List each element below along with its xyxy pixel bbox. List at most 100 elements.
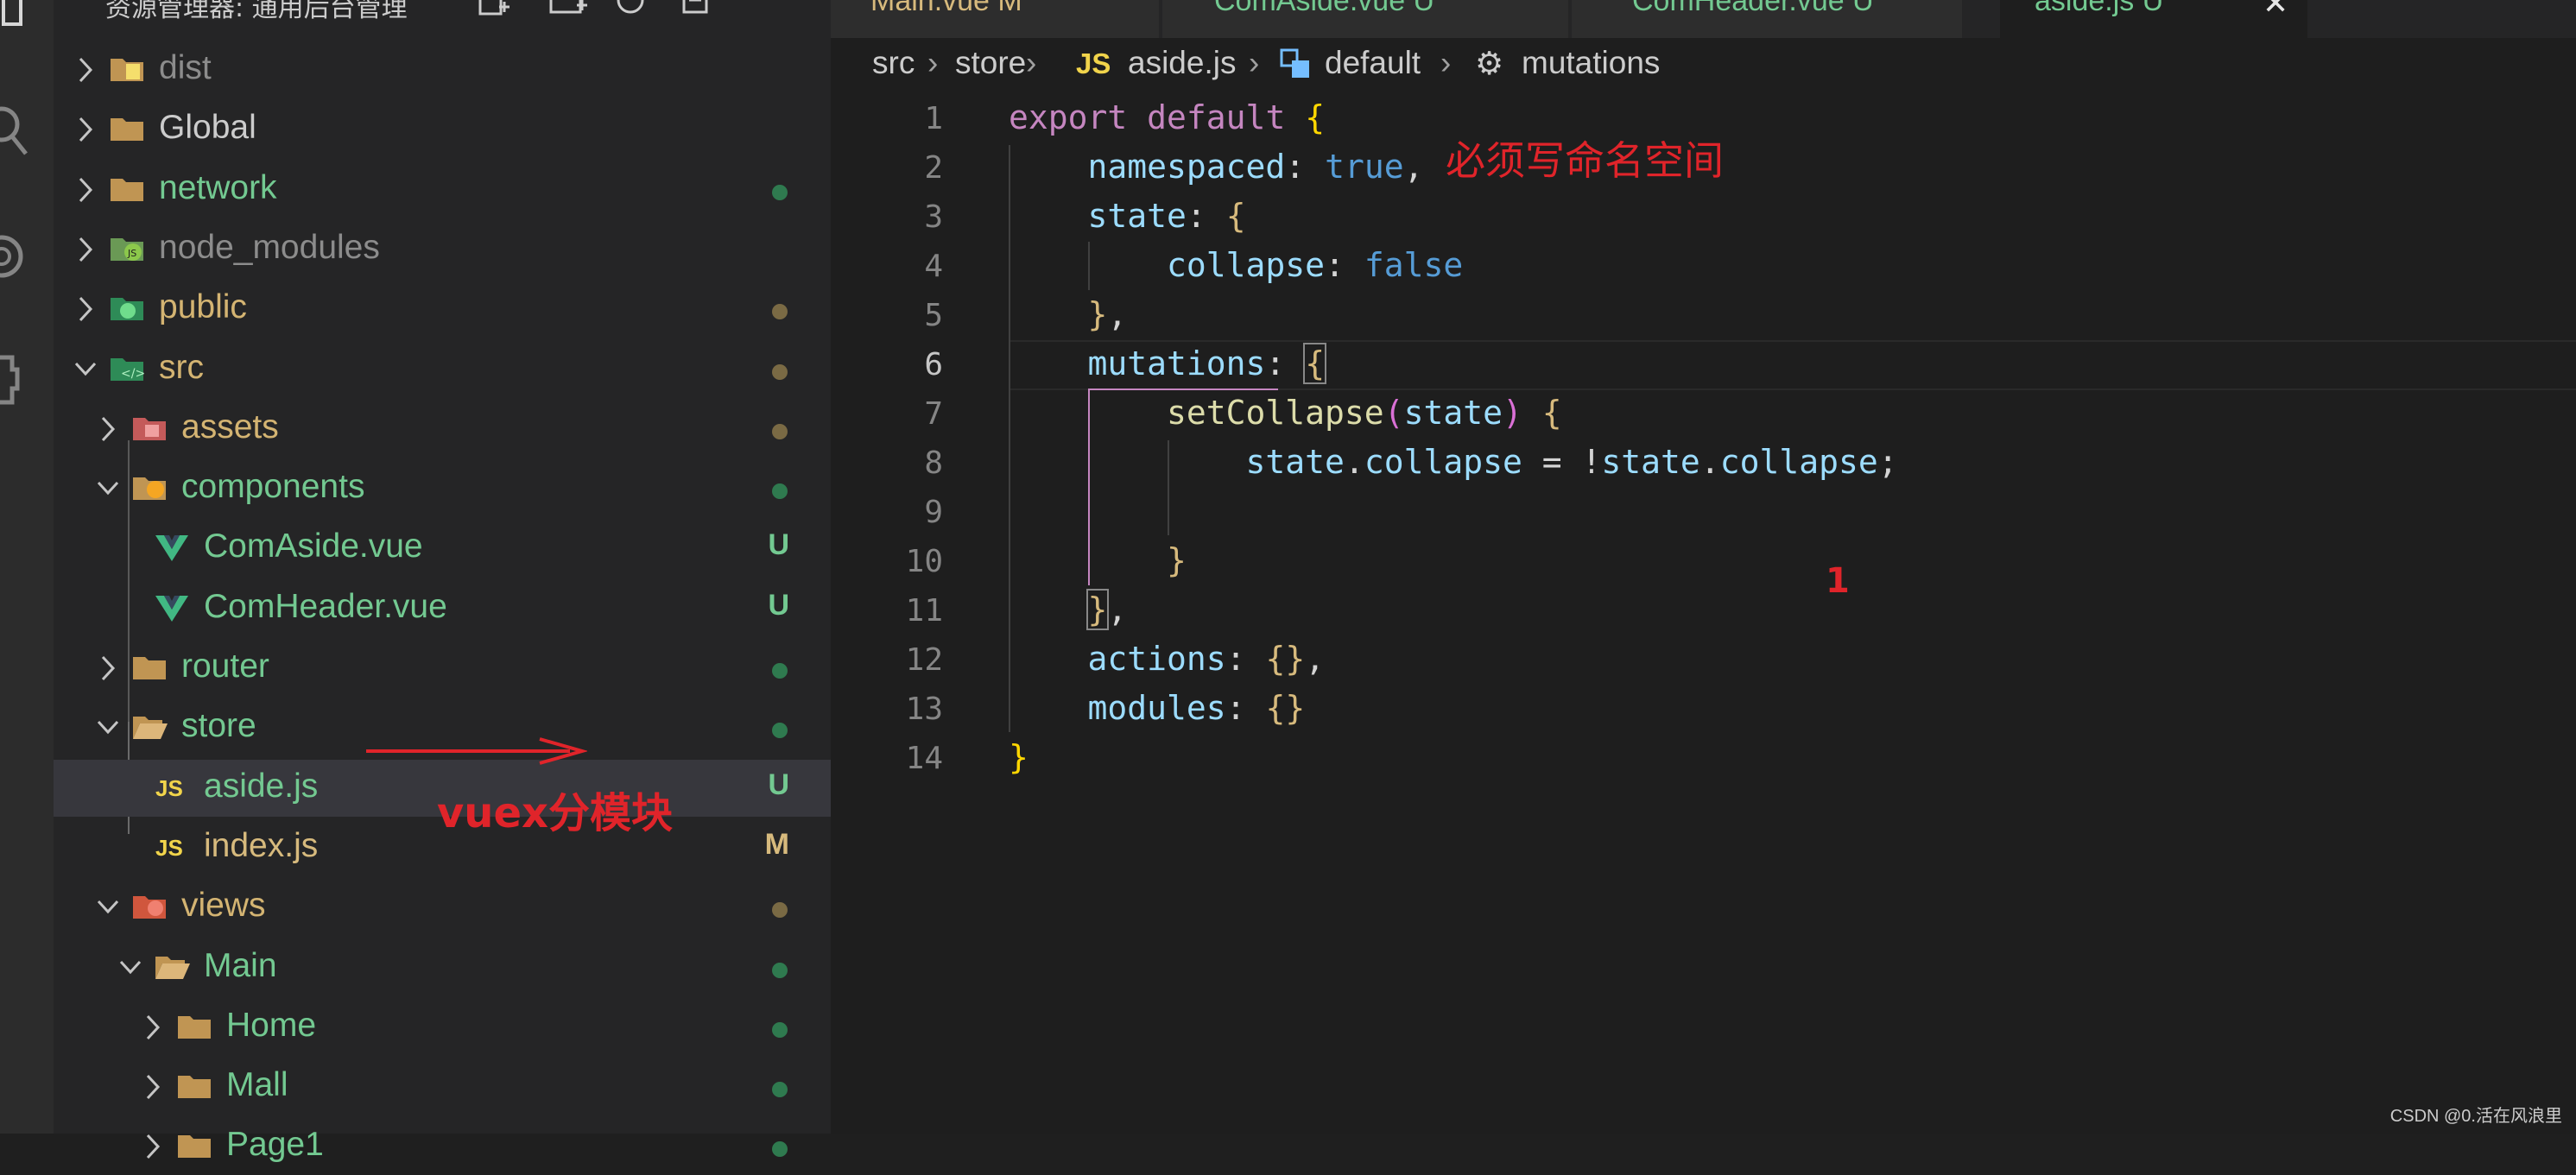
line-number: 9 (924, 495, 943, 530)
vuex-annotation: vuex分模块 (437, 789, 673, 837)
refresh-icon[interactable] (613, 0, 648, 22)
tree-item-label: components (181, 468, 365, 506)
collapse-all-icon[interactable] (680, 0, 715, 22)
tree-item-label: ComAside.vue (204, 527, 423, 565)
folder-icon (131, 711, 168, 742)
git-status-dot (772, 304, 788, 320)
code-text: }, (1085, 589, 1128, 630)
settings-icon[interactable] (0, 351, 54, 411)
tab-label: Main.vue M (870, 0, 1022, 17)
tree-file-item[interactable]: ComAside.vue U (54, 520, 831, 577)
code-line[interactable]: 6 mutations: { (831, 341, 2576, 390)
code-line[interactable]: 7 setCollapse(state) { (831, 390, 2576, 439)
tree-folder-item[interactable]: Page1 (54, 1118, 831, 1175)
explorer-title: 资源管理器: 通用后台管理 (105, 0, 408, 23)
tree-item-label: index.js (204, 826, 319, 864)
search-icon[interactable] (0, 102, 54, 162)
new-folder-icon[interactable] (549, 0, 587, 22)
chevron-right-icon[interactable] (140, 1013, 166, 1042)
explorer-icon[interactable] (0, 0, 54, 60)
tree-item-label: network (159, 168, 277, 206)
tree-file-item[interactable]: ComHeader.vue U (54, 580, 831, 637)
code-line[interactable]: 13 modules: {} (831, 685, 2576, 735)
breadcrumb-store[interactable]: store (955, 45, 1026, 81)
tab-comaside-vue[interactable]: ComAside.vue U (1162, 0, 1570, 38)
chevron-right-icon: › (1440, 45, 1452, 80)
git-status-dot (772, 1021, 788, 1038)
tree-folder-item[interactable]: components (54, 460, 831, 517)
line-number: 7 (924, 396, 943, 432)
chevron-right-icon[interactable] (73, 235, 98, 264)
tree-folder-item[interactable]: router (54, 640, 831, 697)
chevron-right-icon[interactable] (95, 414, 121, 444)
extensions-icon[interactable] (0, 226, 54, 287)
chevron-right-icon[interactable] (140, 1132, 166, 1161)
new-file-icon[interactable] (477, 0, 511, 22)
code-text: collapse: false (1167, 246, 1464, 284)
code-text: setCollapse(state) { (1167, 394, 1562, 432)
code-line[interactable]: 9 (831, 489, 2576, 538)
tree-folder-item[interactable]: Home (54, 999, 831, 1056)
tree-folder-item[interactable]: </> src (54, 341, 831, 398)
folder-icon (176, 1071, 212, 1102)
code-text: state: { (1087, 197, 1246, 235)
code-line[interactable]: 14} (831, 735, 2576, 784)
breadcrumb-aside-js[interactable]: aside.js (1128, 45, 1236, 81)
code-line[interactable]: 12 actions: {}, (831, 636, 2576, 685)
tree-item-label: Main (204, 946, 277, 984)
chevron-down-icon[interactable] (95, 713, 121, 742)
code-line[interactable]: 3 state: { (831, 193, 2576, 243)
breadcrumb-mutations[interactable]: mutations (1522, 45, 1660, 81)
tab-label: aside.js U (2035, 0, 2164, 17)
chevron-right-icon[interactable] (95, 654, 121, 683)
git-status-dot (772, 423, 788, 439)
git-status-dot (772, 184, 788, 200)
code-text: mutations: { (1087, 343, 1327, 384)
tree-folder-item[interactable]: Global (54, 101, 831, 158)
chevron-right-icon[interactable] (140, 1072, 166, 1102)
tab-aside-js[interactable]: aside.js U ✕ (2000, 0, 2309, 38)
editor-area: Main.vue M ComAside.vue U ComHeader.vue … (831, 0, 2576, 1134)
red-arrow-annotation (366, 737, 587, 765)
code-line[interactable]: 8 state.collapse = !state.collapse; (831, 439, 2576, 489)
line-number: 11 (905, 593, 943, 629)
tree-folder-item[interactable]: views (54, 879, 831, 936)
tree-folder-item[interactable]: network (54, 161, 831, 218)
gear-icon: ⚙ (1475, 46, 1504, 81)
tree-folder-item[interactable]: public (54, 281, 831, 338)
chevron-right-icon[interactable] (73, 115, 98, 144)
tree-folder-item[interactable]: dist (54, 41, 831, 98)
svg-text:JS: JS (155, 775, 183, 801)
folder-icon (109, 54, 145, 85)
code-line[interactable]: 10 } (831, 538, 2576, 587)
tree-folder-item[interactable]: Main (54, 939, 831, 996)
code-text: state.collapse = !state.collapse; (1245, 443, 1898, 481)
folder-icon (131, 891, 168, 922)
explorer-header: 资源管理器: 通用后台管理 (54, 0, 831, 47)
chevron-right-icon[interactable] (73, 294, 98, 324)
tree-folder-item[interactable]: assets (54, 401, 831, 458)
tab-comheader-vue[interactable]: ComHeader.vue U (1572, 0, 1964, 38)
module-icon (1280, 48, 1314, 91)
folder-icon (109, 293, 145, 324)
chevron-right-icon[interactable] (73, 55, 98, 85)
code-line[interactable]: 4 collapse: false (831, 243, 2576, 292)
chevron-right-icon[interactable] (73, 175, 98, 205)
chevron-down-icon[interactable] (117, 953, 143, 982)
tab-main-vue[interactable]: Main.vue M (831, 0, 1161, 38)
git-status-dot (772, 902, 788, 919)
tree-folder-item[interactable]: Mall (54, 1058, 831, 1115)
activity-bar (0, 0, 54, 1134)
line-number: 12 (905, 642, 943, 678)
chevron-down-icon[interactable] (73, 355, 98, 384)
git-status-badge: U (768, 528, 789, 562)
chevron-down-icon[interactable] (95, 893, 121, 922)
code-line[interactable]: 11 }, (831, 587, 2576, 636)
chevron-down-icon[interactable] (95, 474, 121, 503)
tree-folder-item[interactable]: JS node_modules (54, 221, 831, 278)
breadcrumb-src[interactable]: src (872, 45, 915, 81)
code-line[interactable]: 5 }, (831, 292, 2576, 341)
tree-item-label: views (181, 887, 266, 925)
breadcrumb-default[interactable]: default (1325, 45, 1421, 81)
tab-close-icon[interactable]: ✕ (2263, 0, 2288, 22)
